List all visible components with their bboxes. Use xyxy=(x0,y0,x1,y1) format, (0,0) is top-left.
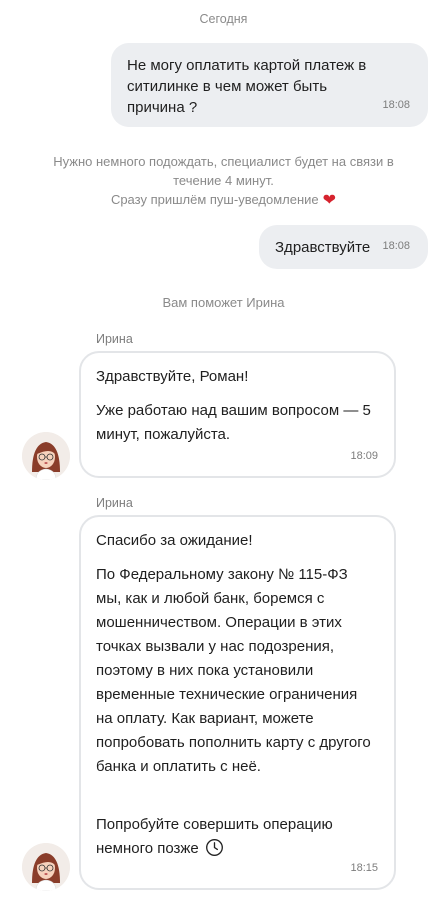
message-paragraph: Уже работаю над вашим вопросом — 5 минут… xyxy=(96,402,371,443)
message-paragraph: Спасибо за ожидание! xyxy=(96,532,253,549)
message-time: 18:09 xyxy=(350,450,378,462)
message-time: 18:08 xyxy=(382,240,410,252)
heart-icon: ❤ xyxy=(322,192,337,210)
system-notice-line: Нужно немного подождать, специалист буде… xyxy=(53,154,394,169)
agent-name: Ирина xyxy=(96,496,133,510)
agent-name: Ирина xyxy=(96,332,133,346)
message-paragraph-container: Попробуйте совершить операцию немного по… xyxy=(96,813,372,865)
avatar-illustration xyxy=(22,432,70,480)
user-message[interactable]: Не могу оплатить картой платеж в ситилин… xyxy=(111,43,428,127)
system-notice-line: течение 4 минут. xyxy=(173,173,274,188)
message-time: 18:08 xyxy=(382,99,410,111)
system-notice: Нужно немного подождать, специалист буде… xyxy=(0,152,447,210)
message-paragraph: По Федеральному закону № 115-ФЗ мы, как … xyxy=(96,566,371,775)
system-notice-line: Сразу пришлём пуш-уведомление xyxy=(110,192,319,207)
agent-avatar[interactable] xyxy=(22,432,70,480)
message-paragraph: Здравствуйте, Роман! xyxy=(96,368,249,385)
message-text: Не могу оплатить картой платеж в ситилин… xyxy=(127,57,367,116)
agent-avatar[interactable] xyxy=(22,843,70,891)
message-text: Здравствуйте xyxy=(275,239,371,256)
agent-message[interactable]: Спасибо за ожидание! По Федеральному зак… xyxy=(79,515,396,890)
user-message[interactable]: Здравствуйте 18:08 xyxy=(259,225,428,269)
message-time: 18:15 xyxy=(350,862,378,874)
date-separator: Сегодня xyxy=(199,12,248,26)
agent-assigned-notice: Вам поможет Ирина xyxy=(162,295,285,310)
avatar-illustration xyxy=(22,843,70,891)
clock-icon xyxy=(205,838,224,865)
agent-message[interactable]: Здравствуйте, Роман! Уже работаю над ваш… xyxy=(79,351,396,478)
